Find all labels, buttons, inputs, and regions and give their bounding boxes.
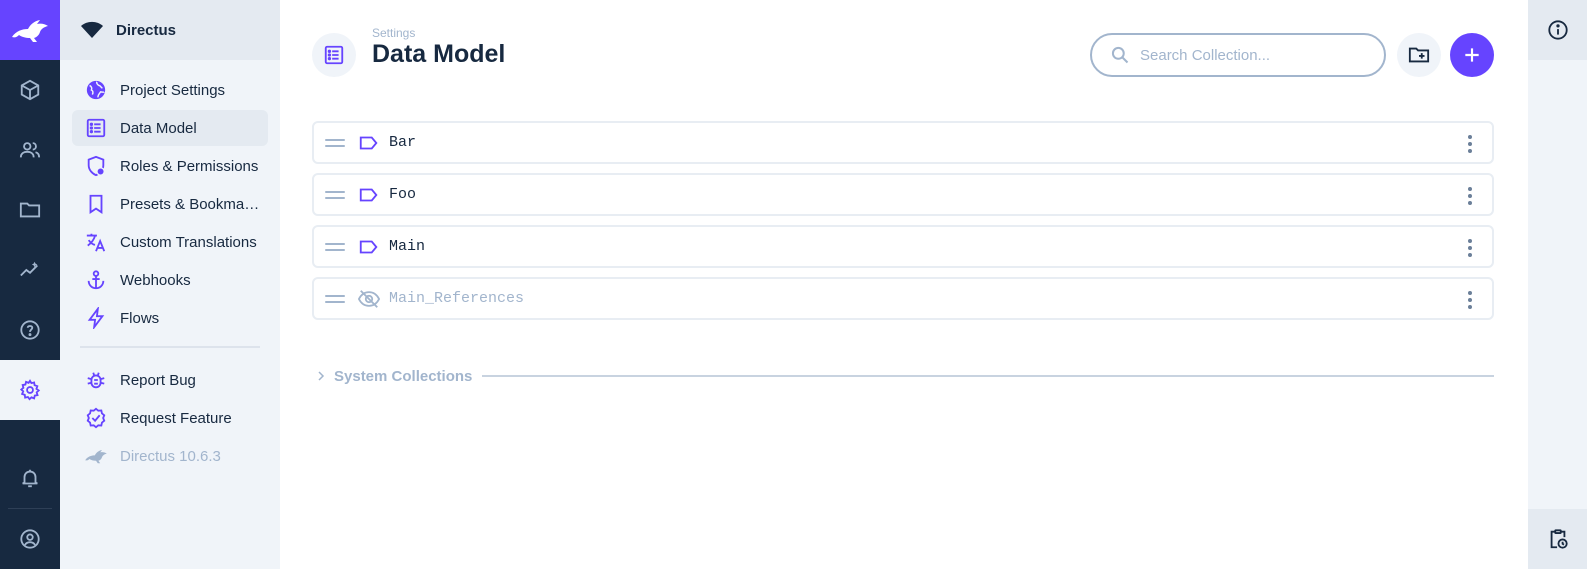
page-title: Data Model bbox=[372, 40, 506, 68]
system-collections-label: System Collections bbox=[334, 367, 473, 385]
more-vert-icon[interactable] bbox=[1460, 290, 1480, 310]
main-content: Settings Data Model Bar Foo bbox=[280, 0, 1528, 569]
nav-item-project-settings[interactable]: Project Settings bbox=[72, 72, 268, 108]
project-header[interactable]: Directus bbox=[60, 0, 280, 60]
info-button[interactable] bbox=[1528, 0, 1587, 60]
nav-item-webhooks[interactable]: Webhooks bbox=[72, 262, 268, 298]
nav-item-roles-permissions[interactable]: Roles & Permissions bbox=[72, 148, 268, 184]
nav-item-label: Presets & Bookmarks bbox=[120, 195, 262, 213]
page-header: Settings Data Model bbox=[280, 0, 1528, 110]
nav-item-version[interactable]: Directus 10.6.3 bbox=[72, 438, 268, 474]
users-module[interactable] bbox=[0, 120, 60, 180]
drag-handle-icon[interactable] bbox=[325, 242, 345, 251]
notifications-button[interactable] bbox=[0, 448, 60, 508]
nav-divider bbox=[80, 346, 260, 348]
create-folder-button[interactable] bbox=[1397, 33, 1441, 77]
nav-item-label: Report Bug bbox=[120, 371, 196, 389]
cube-icon bbox=[20, 79, 40, 101]
shield-icon bbox=[84, 154, 108, 178]
more-vert-icon[interactable] bbox=[1460, 134, 1480, 154]
insights-module[interactable] bbox=[0, 240, 60, 300]
more-vert-icon[interactable] bbox=[1460, 186, 1480, 206]
activity-button[interactable] bbox=[1528, 509, 1587, 569]
label-icon bbox=[358, 132, 380, 154]
title-icon-button[interactable] bbox=[312, 33, 356, 77]
version-label: Directus 10.6.3 bbox=[120, 447, 221, 465]
nav-item-label: Project Settings bbox=[120, 81, 226, 99]
search-box[interactable] bbox=[1090, 33, 1386, 77]
translate-icon bbox=[84, 230, 108, 254]
pending-actions-icon bbox=[1550, 529, 1568, 549]
drag-handle-icon[interactable] bbox=[325, 294, 345, 303]
list-alt-icon bbox=[324, 45, 344, 65]
chevron-right-icon bbox=[312, 370, 330, 382]
bell-icon bbox=[22, 469, 38, 488]
module-bar bbox=[0, 0, 60, 569]
bolt-icon bbox=[84, 306, 108, 330]
account-icon bbox=[20, 529, 40, 549]
rabbit-logo-icon bbox=[12, 20, 48, 42]
list-alt-icon bbox=[84, 116, 108, 140]
collection-name: Main_References bbox=[389, 290, 525, 307]
label-icon bbox=[358, 184, 380, 206]
folder-icon bbox=[19, 202, 41, 218]
collection-row[interactable]: Foo bbox=[312, 173, 1494, 216]
nav-item-flows[interactable]: Flows bbox=[72, 300, 268, 336]
settings-navigation: Directus Project Settings Data Model Rol… bbox=[60, 0, 280, 569]
nav-item-label: Request Feature bbox=[120, 409, 232, 427]
collection-row[interactable]: Bar bbox=[312, 121, 1494, 164]
collection-name: Foo bbox=[389, 186, 417, 203]
label-icon bbox=[358, 236, 380, 258]
bug-icon bbox=[84, 368, 108, 392]
nav-item-custom-translations[interactable]: Custom Translations bbox=[72, 224, 268, 260]
nav-item-label: Roles & Permissions bbox=[120, 157, 259, 175]
visibility-off-icon bbox=[358, 288, 380, 310]
globe-icon bbox=[84, 78, 108, 102]
bookmark-icon bbox=[84, 192, 108, 216]
project-name: Directus bbox=[116, 21, 177, 39]
nav-item-label: Custom Translations bbox=[120, 233, 257, 251]
nav-item-label: Flows bbox=[120, 309, 160, 327]
right-sidebar bbox=[1528, 0, 1587, 569]
wifi-icon bbox=[81, 21, 103, 38]
drag-handle-icon[interactable] bbox=[325, 138, 345, 147]
nav-item-presets-bookmarks[interactable]: Presets & Bookmarks bbox=[72, 186, 268, 222]
settings-module[interactable] bbox=[0, 360, 60, 420]
breadcrumb[interactable]: Settings bbox=[372, 26, 415, 40]
directus-logo[interactable] bbox=[0, 0, 60, 60]
collection-name: Main bbox=[389, 238, 426, 255]
search-icon bbox=[1111, 46, 1129, 64]
files-module[interactable] bbox=[0, 180, 60, 240]
more-vert-icon[interactable] bbox=[1460, 238, 1480, 258]
help-icon bbox=[20, 320, 40, 340]
rabbit-icon bbox=[84, 444, 108, 468]
create-new-folder-icon bbox=[1408, 47, 1430, 63]
info-icon bbox=[1547, 20, 1568, 40]
insights-icon bbox=[20, 261, 38, 277]
collections-list: Bar Foo Main Main_References bbox=[312, 121, 1494, 329]
collection-row[interactable]: Main_References bbox=[312, 277, 1494, 320]
docs-module[interactable] bbox=[0, 300, 60, 360]
add-icon bbox=[1465, 48, 1479, 62]
user-account-button[interactable] bbox=[0, 509, 60, 569]
users-icon bbox=[19, 142, 41, 158]
nav-item-data-model[interactable]: Data Model bbox=[72, 110, 268, 146]
system-collections-toggle[interactable]: System Collections bbox=[312, 364, 1494, 388]
nav-item-label: Data Model bbox=[120, 119, 197, 137]
collection-name: Bar bbox=[389, 134, 417, 151]
gear-icon bbox=[19, 379, 41, 401]
nav-item-label: Webhooks bbox=[120, 271, 191, 289]
anchor-icon bbox=[84, 268, 108, 292]
nav-item-request-feature[interactable]: Request Feature bbox=[72, 400, 268, 436]
verified-icon bbox=[84, 406, 108, 430]
content-module[interactable] bbox=[0, 60, 60, 120]
create-collection-button[interactable] bbox=[1450, 33, 1494, 77]
drag-handle-icon[interactable] bbox=[325, 190, 345, 199]
nav-item-report-bug[interactable]: Report Bug bbox=[72, 362, 268, 398]
search-input[interactable] bbox=[1140, 46, 1360, 64]
collection-row[interactable]: Main bbox=[312, 225, 1494, 268]
system-collections-divider bbox=[482, 375, 1494, 377]
